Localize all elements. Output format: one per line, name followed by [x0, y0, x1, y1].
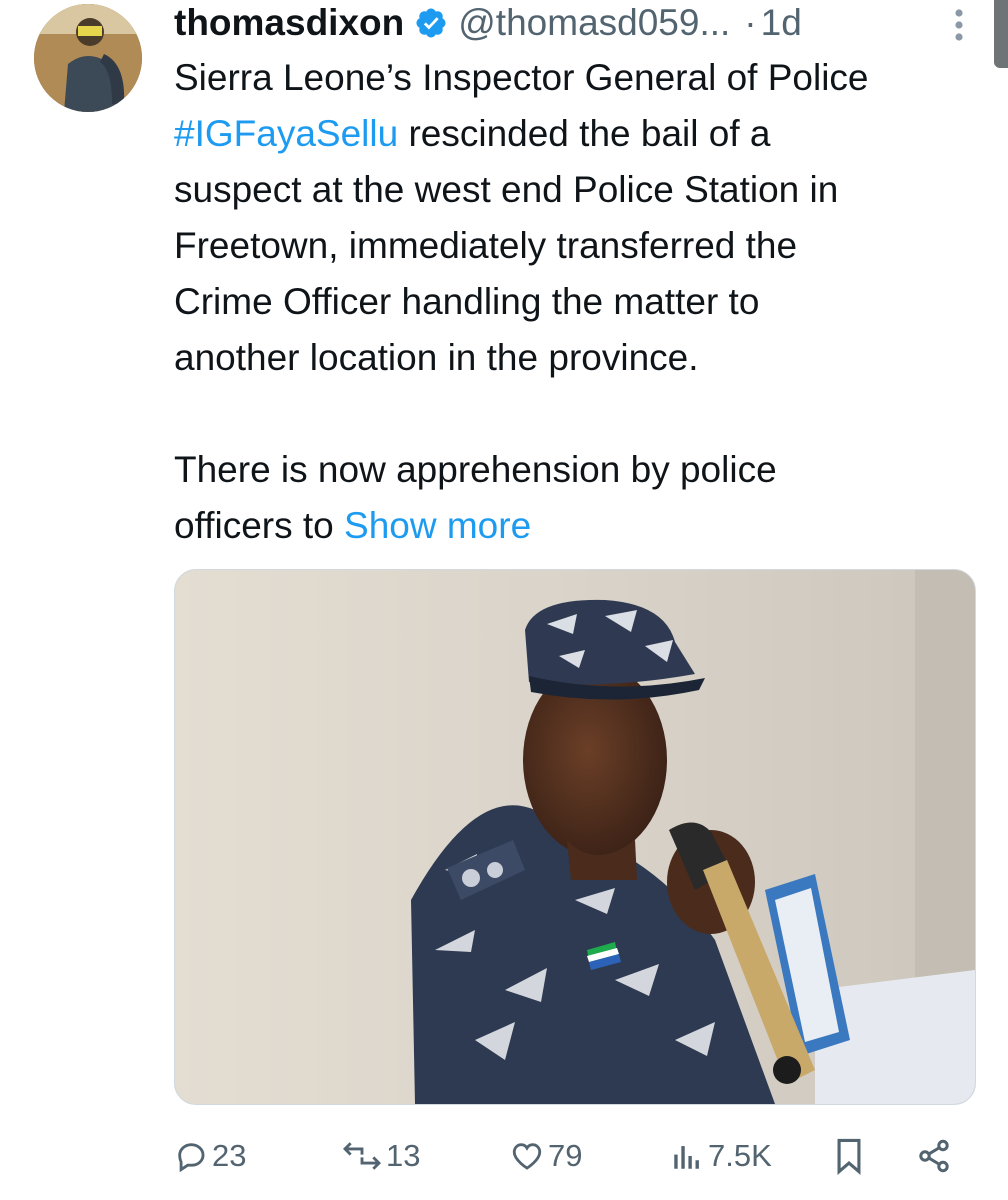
- retweet-icon: [342, 1142, 382, 1170]
- tweet-text: Sierra Leone’s Inspector General of Poli…: [174, 50, 984, 554]
- heart-icon: [512, 1143, 542, 1170]
- timestamp[interactable]: 1d: [761, 0, 802, 46]
- author-display-name[interactable]: thomasdixon: [174, 0, 404, 46]
- verified-badge-icon: [416, 8, 446, 38]
- retweet-button[interactable]: 13: [342, 1128, 420, 1184]
- text-line: There is now apprehension by police: [174, 449, 777, 490]
- text-line: officers to Show more: [174, 498, 984, 554]
- text-segment: officers to: [174, 505, 334, 546]
- text-line: Crime Officer handling the matter to: [174, 281, 760, 322]
- photo-police-officer-speaking-icon: [175, 570, 975, 1104]
- show-more-link[interactable]: Show more: [344, 505, 531, 546]
- avatar[interactable]: [34, 4, 142, 112]
- more-options-icon[interactable]: [952, 8, 966, 42]
- tweet-actions: 23 13 79 7.5K: [174, 1128, 974, 1184]
- tweet-header: thomasdixon @thomasd059... · 1d: [174, 0, 948, 46]
- text-segment: rescinded the bail of a: [408, 113, 771, 154]
- profile-photo-icon: [34, 4, 142, 112]
- tweet-paragraph-1: Sierra Leone’s Inspector General of Poli…: [174, 50, 984, 386]
- text-line: Freetown, immediately transferred the: [174, 225, 798, 266]
- text-line: suspect at the west end Police Station i…: [174, 169, 839, 210]
- scrollbar-thumb[interactable]: [994, 0, 1008, 68]
- separator-dot: ·: [744, 2, 757, 43]
- text-line: another location in the province.: [174, 337, 699, 378]
- like-count: 79: [548, 1138, 583, 1173]
- text-line: #IGFayaSellu rescinded the bail of a: [174, 106, 984, 162]
- tweet-paragraph-2: There is now apprehension by police offi…: [174, 442, 984, 554]
- share-icon: [919, 1139, 949, 1173]
- retweet-count: 13: [386, 1138, 421, 1173]
- tweet-media-photo[interactable]: [174, 569, 976, 1105]
- bookmark-icon: [837, 1138, 861, 1175]
- share-button[interactable]: [916, 1128, 952, 1184]
- like-button[interactable]: 79: [510, 1128, 582, 1184]
- views-button[interactable]: 7.5K: [670, 1128, 772, 1184]
- author-handle[interactable]: @thomasd059...: [458, 0, 730, 46]
- text-line: Sierra Leone’s Inspector General of Poli…: [174, 57, 869, 98]
- bookmark-button[interactable]: [832, 1128, 866, 1184]
- reply-icon: [178, 1143, 205, 1173]
- reply-count: 23: [212, 1138, 247, 1173]
- views-count: 7.5K: [708, 1138, 772, 1173]
- hashtag-link[interactable]: #IGFayaSellu: [174, 113, 398, 154]
- reply-button[interactable]: 23: [174, 1128, 246, 1184]
- views-icon: [674, 1146, 699, 1169]
